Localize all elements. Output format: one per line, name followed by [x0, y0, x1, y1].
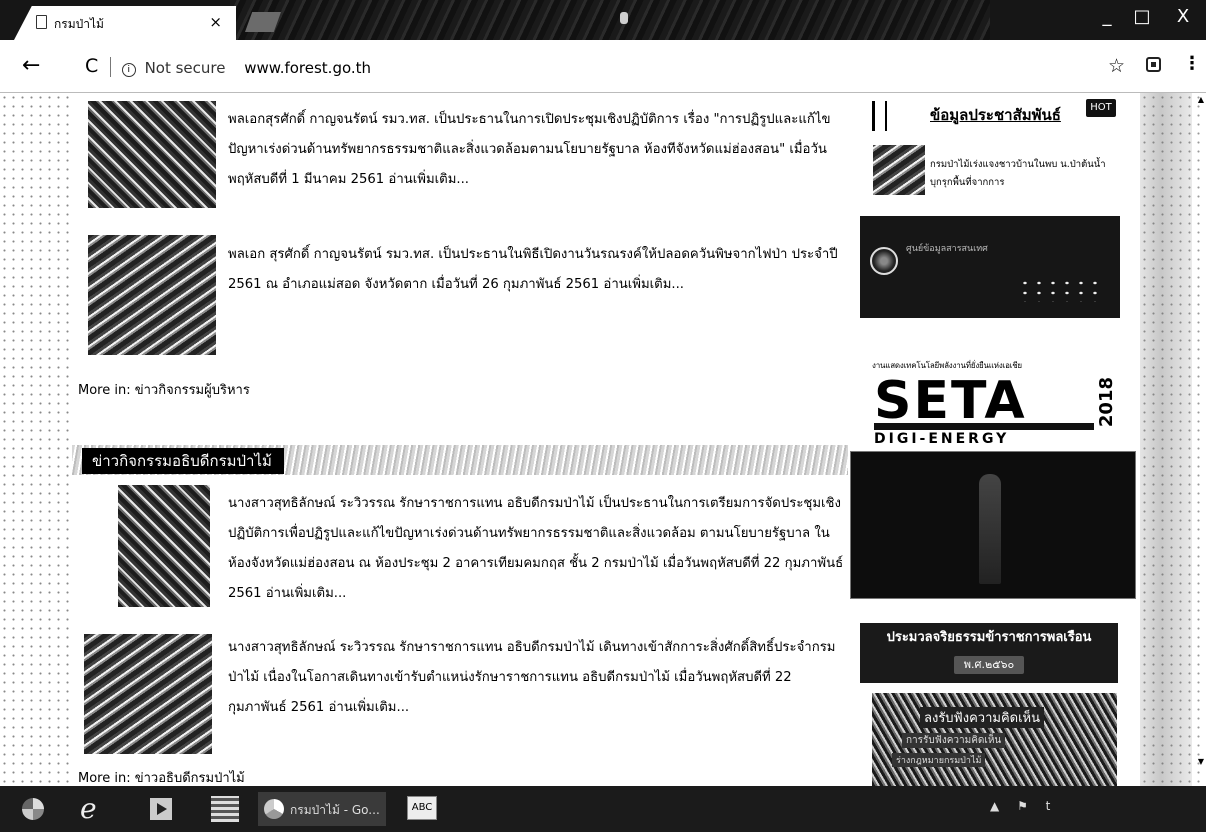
security-status[interactable]: Not secure: [145, 59, 226, 77]
tray-clock[interactable]: t: [1046, 799, 1051, 813]
ethics-code-banner[interactable]: ประมวลจริยธรรมข้าราชการพลเรือน พ.ศ.๒๕๖๐: [860, 623, 1118, 683]
sidebar-news-link[interactable]: กรมป่าไม้เร่งแจงชาวบ้านในพบ น.ป่าต้นน้ำบ…: [930, 156, 1120, 192]
banner-title: ประมวลจริยธรรมข้าราชการพลเรือน: [886, 630, 1092, 645]
news-item: พลเอกสุรศักดิ์ กาญจนรัตน์ รมว.ทส. เป็นปร…: [228, 105, 850, 195]
section-header-bar: ข่าวกิจกรรมอธิบดีกรมป่าไม้: [72, 445, 848, 475]
taskbar-chrome-window[interactable]: กรมป่าไม้ - Go...: [258, 792, 386, 826]
scrollbar-up-arrow[interactable]: ▲: [1198, 95, 1204, 104]
tray-flag-icon[interactable]: ⚑: [1017, 799, 1028, 813]
news-item: พลเอก สุรศักดิ์ กาญจนรัตน์ รมว.ทส. เป็นป…: [228, 240, 850, 300]
system-tray: ▲ ⚑ t: [990, 799, 1064, 813]
file-explorer-icon[interactable]: [208, 792, 242, 826]
tray-expand-icon[interactable]: ▲: [990, 799, 999, 813]
extension-icon[interactable]: [1146, 57, 1161, 72]
tab-strip: กรมป่าไม้ × _ □ X: [0, 0, 1206, 40]
media-player-icon[interactable]: [146, 792, 176, 826]
sidebar-news-thumbnail[interactable]: [873, 145, 925, 195]
section-heading[interactable]: ข่าวกิจกรรมอธิบดีกรมป่าไม้: [82, 448, 284, 474]
chrome-icon: [264, 799, 284, 819]
taskbar-window-label: กรมป่าไม้ - Go...: [290, 803, 380, 817]
seal-icon: [870, 247, 898, 275]
profile-icon: [620, 12, 628, 24]
sidebar-title[interactable]: ข้อมูลประชาสัมพันธ์: [930, 103, 1061, 127]
tab-close-icon[interactable]: ×: [209, 13, 222, 31]
read-more-link[interactable]: อ่านเพิ่มเติม...: [603, 277, 684, 292]
photo-banner[interactable]: [850, 451, 1136, 599]
figure-silhouette: [979, 474, 1001, 584]
bookmark-star-icon[interactable]: ☆: [1108, 55, 1125, 77]
read-more-link[interactable]: อ่านเพิ่มเติม...: [388, 172, 469, 187]
address-bar-row: ← C i Not secure www.forest.go.th: [0, 40, 1206, 93]
hot-badge: HOT: [1086, 99, 1116, 117]
seta-year: 2018: [1096, 377, 1117, 428]
banner-line: ลงรับฟังความคิดเห็น: [920, 707, 1045, 728]
banner-title: ศูนย์ข้อมูลสารสนเทศ: [906, 244, 988, 254]
banner-line: การรับฟังความคิดเห็น: [902, 733, 1006, 748]
news-item: นางสาวสุทธิลักษณ์ ระวิวรรณ รักษาราชการแท…: [228, 489, 850, 609]
public-hearing-banner[interactable]: ลงรับฟังความคิดเห็น การรับฟังความคิดเห็น…: [872, 693, 1117, 786]
read-more-link[interactable]: อ่านเพิ่มเติม...: [266, 586, 347, 601]
more-in-label: More in:: [78, 383, 131, 398]
more-in-row: More in: ข่าวอธิบดีกรมป่าไม้: [78, 767, 245, 786]
reload-icon[interactable]: C: [85, 55, 98, 77]
sidebar-title-icon: [872, 101, 887, 131]
tab-active[interactable]: กรมป่าไม้ ×: [14, 6, 236, 40]
window-minimize-button[interactable]: _: [1092, 6, 1122, 27]
news-thumbnail[interactable]: [84, 634, 212, 754]
news-item: นางสาวสุทธิลักษณ์ ระวิวรรณ รักษาราชการแท…: [228, 633, 850, 723]
news-text[interactable]: นางสาวสุทธิลักษณ์ ระวิวรรณ รักษาราชการแท…: [228, 640, 835, 715]
page-icon: [36, 15, 47, 29]
news-thumbnail[interactable]: [118, 485, 210, 607]
tab-strip-background: [230, 0, 990, 40]
banner-line: ร่างกฎหมายกรมป่าไม้: [892, 753, 986, 767]
abc-label: ABC: [407, 796, 437, 820]
info-icon[interactable]: i: [121, 63, 136, 77]
scrollbar-down-arrow[interactable]: ▼: [1198, 757, 1204, 766]
more-in-row: More in: ข่าวกิจกรรมผู้บริหาร: [78, 379, 250, 400]
window-maximize-button[interactable]: □: [1127, 6, 1157, 27]
back-arrow-icon[interactable]: ←: [22, 53, 40, 78]
info-center-banner[interactable]: ศูนย์ข้อมูลสารสนเทศ: [860, 216, 1120, 318]
more-in-category-link[interactable]: ข่าวอธิบดีกรมป่าไม้: [135, 771, 245, 786]
right-pattern-background: [1140, 93, 1206, 786]
news-text[interactable]: พลเอกสุรศักดิ์ กาญจนรัตน์ รมว.ทส. เป็นปร…: [228, 112, 830, 187]
taskbar: e กรมป่าไม้ - Go... ABC ▲ ⚑ t: [0, 786, 1206, 832]
abc-app-icon[interactable]: ABC: [404, 792, 440, 826]
omnibox[interactable]: i Not secure www.forest.go.th: [110, 57, 371, 77]
news-thumbnail[interactable]: [88, 101, 216, 208]
start-button-icon[interactable]: [16, 792, 50, 826]
more-in-category-link[interactable]: ข่าวกิจกรรมผู้บริหาร: [135, 383, 250, 398]
seta-tagline: DIGI-ENERGY: [874, 431, 1010, 447]
browser-menu-icon[interactable]: ⋮: [1183, 53, 1201, 74]
news-thumbnail[interactable]: [88, 235, 216, 355]
window-close-button[interactable]: X: [1168, 6, 1198, 27]
seta-banner[interactable]: งานแสดงเทคโนโลยีพลังงานที่ยั่งยืนแห่งเอเ…: [870, 359, 1130, 455]
tab-title: กรมป่าไม้: [54, 17, 104, 31]
seta-logo: SETA: [874, 371, 1027, 431]
read-more-link[interactable]: อ่านเพิ่มเติม...: [329, 700, 410, 715]
url-text[interactable]: www.forest.go.th: [244, 59, 371, 77]
seta-strip: [874, 423, 1094, 430]
web-page: ▲ ▼ พลเอกสุรศักดิ์ กาญจนรัตน์ รมว.ทส. เป…: [0, 93, 1206, 786]
omnibox-divider: [110, 57, 111, 77]
more-in-label: More in:: [78, 771, 131, 786]
news-text[interactable]: พลเอก สุรศักดิ์ กาญจนรัตน์ รมว.ทส. เป็นป…: [228, 247, 838, 292]
left-pattern-background: [0, 93, 72, 786]
internet-explorer-icon[interactable]: e: [80, 792, 114, 826]
dots-decoration: [1018, 278, 1098, 302]
banner-subtitle: พ.ศ.๒๕๖๐: [953, 656, 1025, 674]
